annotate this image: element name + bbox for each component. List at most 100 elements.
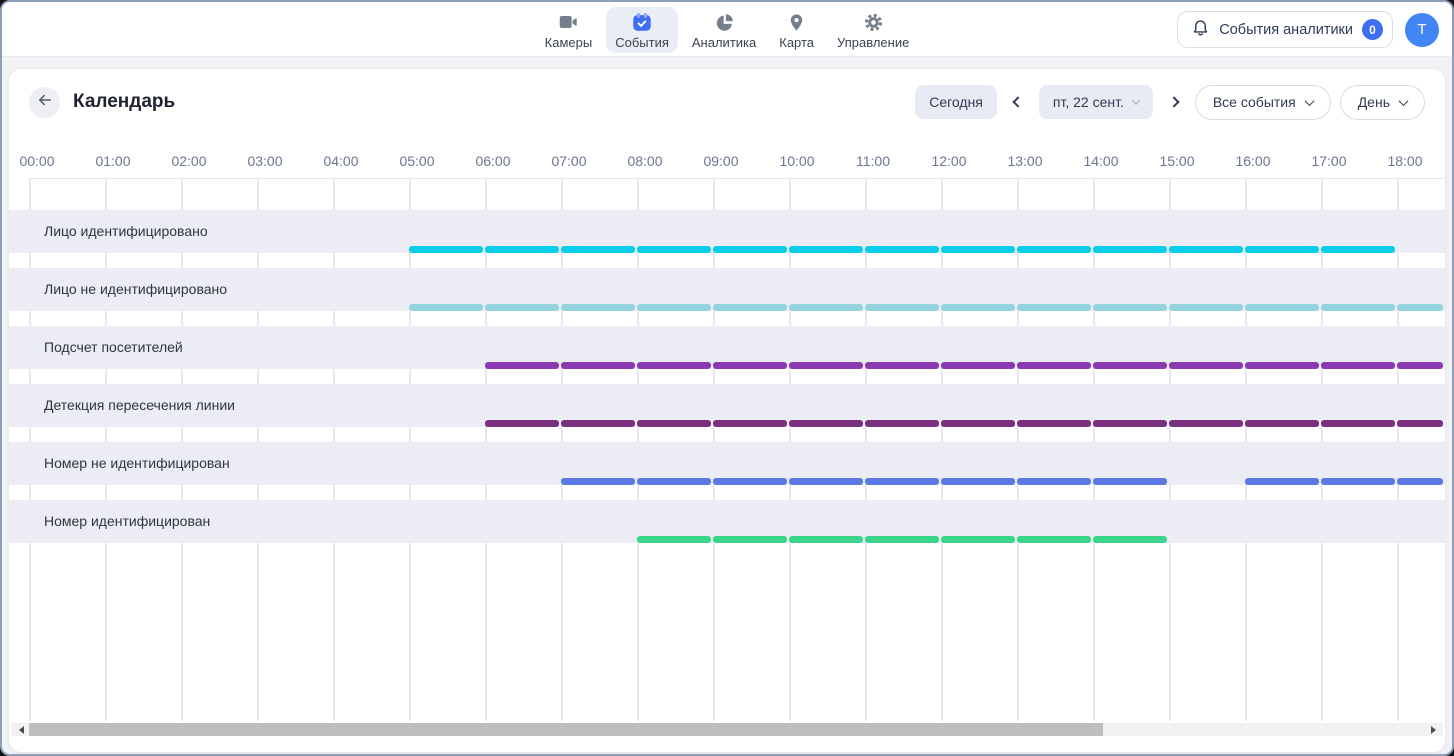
event-bar-segment[interactable] <box>1093 362 1167 369</box>
event-bar-segment[interactable] <box>1017 246 1091 253</box>
back-button[interactable] <box>29 87 60 118</box>
event-bar-segment[interactable] <box>561 478 635 485</box>
event-filter-select[interactable]: Все события <box>1195 85 1331 120</box>
event-bar-segment[interactable] <box>1397 304 1443 311</box>
event-bar-segment[interactable] <box>1017 304 1091 311</box>
event-bar-segment[interactable] <box>1169 420 1243 427</box>
date-label: пт, 22 сент. <box>1053 94 1124 110</box>
event-bar-segment[interactable] <box>485 420 559 427</box>
event-bar-segment[interactable] <box>1397 362 1443 369</box>
event-bar-segment[interactable] <box>1245 362 1319 369</box>
event-bar-segment[interactable] <box>1321 420 1395 427</box>
prev-day-button[interactable] <box>1006 90 1030 114</box>
next-day-button[interactable] <box>1162 90 1186 114</box>
event-bar-segment[interactable] <box>713 304 787 311</box>
event-bar-segment[interactable] <box>1321 478 1395 485</box>
event-bar-segment[interactable] <box>1017 362 1091 369</box>
analytics-events-button[interactable]: События аналитики 0 <box>1177 11 1393 48</box>
event-bar-segment[interactable] <box>637 420 711 427</box>
event-bar-segment[interactable] <box>637 478 711 485</box>
nav-item-analytics[interactable]: Аналитика <box>683 7 765 53</box>
event-bar-segment[interactable] <box>485 246 559 253</box>
event-bar-segment[interactable] <box>789 304 863 311</box>
event-bar-segment[interactable] <box>713 420 787 427</box>
event-bar-segment[interactable] <box>637 362 711 369</box>
scroll-right-arrow[interactable] <box>1426 723 1440 736</box>
event-bar-segment[interactable] <box>1169 304 1243 311</box>
event-bar-segment[interactable] <box>1093 420 1167 427</box>
date-select[interactable]: пт, 22 сент. <box>1039 85 1153 119</box>
event-bar-segment[interactable] <box>485 362 559 369</box>
analytics-events-label: События аналитики <box>1219 22 1353 38</box>
event-bar-segment[interactable] <box>1093 304 1167 311</box>
event-bar-segment[interactable] <box>561 420 635 427</box>
event-bar-segment[interactable] <box>713 362 787 369</box>
event-bar-segment[interactable] <box>941 420 1015 427</box>
event-bar-segment[interactable] <box>1093 536 1167 543</box>
event-bar-segment[interactable] <box>1017 478 1091 485</box>
event-bar-segment[interactable] <box>789 246 863 253</box>
event-bar-segment[interactable] <box>789 478 863 485</box>
nav-item-events[interactable]: События <box>606 7 678 53</box>
view-mode-select[interactable]: День <box>1340 85 1425 120</box>
event-bar-segment[interactable] <box>865 536 939 543</box>
event-bar-segment[interactable] <box>1017 420 1091 427</box>
event-bar-segment[interactable] <box>1321 246 1395 253</box>
event-bar-segment[interactable] <box>1245 420 1319 427</box>
event-bar-segment[interactable] <box>1017 536 1091 543</box>
event-bar-segment[interactable] <box>561 246 635 253</box>
event-bar-segment[interactable] <box>637 536 711 543</box>
event-bar-segment[interactable] <box>1397 478 1443 485</box>
event-bar-segment[interactable] <box>1321 304 1395 311</box>
event-bar-segment[interactable] <box>865 304 939 311</box>
event-bar-segment[interactable] <box>713 536 787 543</box>
event-row: Лицо не идентифицировано <box>9 268 1445 311</box>
event-bar-segment[interactable] <box>941 478 1015 485</box>
event-bar-segment[interactable] <box>561 304 635 311</box>
event-bar-segment[interactable] <box>1245 246 1319 253</box>
event-bar-segment[interactable] <box>637 304 711 311</box>
event-bar-segment[interactable] <box>1093 478 1167 485</box>
event-bar-segment[interactable] <box>941 304 1015 311</box>
horizontal-scrollbar[interactable] <box>11 723 1443 736</box>
nav-item-map[interactable]: Карта <box>770 7 823 53</box>
event-bar-segment[interactable] <box>561 362 635 369</box>
event-bar-segment[interactable] <box>1245 478 1319 485</box>
today-button[interactable]: Сегодня <box>915 85 997 119</box>
event-bar-segment[interactable] <box>941 536 1015 543</box>
event-bar-segment[interactable] <box>865 362 939 369</box>
event-bar-segment[interactable] <box>865 420 939 427</box>
scrollbar-thumb[interactable] <box>29 723 1103 736</box>
event-bar-segment[interactable] <box>1397 420 1443 427</box>
event-bar-segment[interactable] <box>1093 246 1167 253</box>
event-bar-segment[interactable] <box>409 246 483 253</box>
event-bar-segment[interactable] <box>1321 362 1395 369</box>
event-bar-segment[interactable] <box>409 304 483 311</box>
chevron-left-icon <box>1012 96 1023 107</box>
event-bar-segment[interactable] <box>1245 304 1319 311</box>
hour-label: 00:00 <box>9 153 65 169</box>
event-bar-segment[interactable] <box>637 246 711 253</box>
event-bar-segment[interactable] <box>789 362 863 369</box>
hour-label: 01:00 <box>85 153 141 169</box>
user-avatar[interactable]: T <box>1405 13 1439 47</box>
event-filter-label: Все события <box>1213 94 1296 110</box>
event-bar-segment[interactable] <box>1169 362 1243 369</box>
event-row: Подсчет посетителей <box>9 326 1445 369</box>
nav-item-management[interactable]: Управление <box>828 7 918 53</box>
event-bar-segment[interactable] <box>865 478 939 485</box>
event-bar-segment[interactable] <box>713 246 787 253</box>
event-row-label: Детекция пересечения линии <box>44 397 235 413</box>
event-bar-segment[interactable] <box>789 420 863 427</box>
scroll-left-arrow[interactable] <box>14 723 28 736</box>
calendar-header-controls: Сегодня пт, 22 сент. Все события День <box>915 85 1425 120</box>
event-bar-segment[interactable] <box>713 478 787 485</box>
event-bar-segment[interactable] <box>865 246 939 253</box>
event-bar-segment[interactable] <box>485 304 559 311</box>
event-bar-segment[interactable] <box>941 362 1015 369</box>
event-bar-segment[interactable] <box>1169 246 1243 253</box>
event-bar-segment[interactable] <box>941 246 1015 253</box>
event-bar-segment[interactable] <box>789 536 863 543</box>
chevron-right-icon <box>1168 96 1179 107</box>
nav-item-cameras[interactable]: Камеры <box>536 7 602 53</box>
